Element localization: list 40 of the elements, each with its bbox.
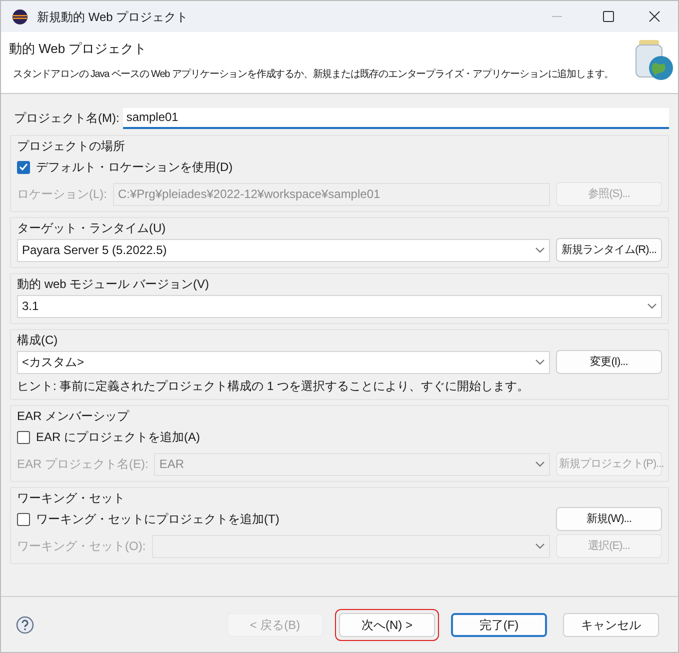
- field-label: プロジェクト名(M):: [14, 110, 120, 127]
- dialog-button[interactable]: 変更(I)...: [556, 350, 662, 374]
- group-title: ワーキング・セット: [17, 490, 126, 506]
- checkbox-label: ワーキング・セットにプロジェクトを追加(T): [36, 511, 280, 528]
- checkbox-label: デフォルト・ロケーションを使用(D): [36, 159, 233, 176]
- dropdown[interactable]: <カスタム>: [17, 350, 550, 374]
- window-title: 新規動的 Web プロジェクト: [37, 8, 188, 26]
- group-title: 構成(C): [17, 332, 59, 348]
- field-label: EAR プロジェクト名(E):: [17, 456, 148, 473]
- app-logo-icon: [12, 8, 28, 24]
- field-label: ワーキング・セット(O):: [17, 538, 146, 555]
- group-title: プロジェクトの場所: [17, 138, 126, 154]
- page-title: 動的 Web プロジェクト: [9, 40, 148, 58]
- dropdown[interactable]: Payara Server 5 (5.2022.5): [17, 238, 550, 262]
- group-title: ターゲット・ランタイム(U): [17, 220, 167, 236]
- help-icon[interactable]: [16, 616, 34, 634]
- maximize-icon[interactable]: [603, 11, 614, 22]
- dropdown[interactable]: 3.1: [17, 294, 662, 318]
- chevron-down-icon: [535, 359, 545, 365]
- field-label: ロケーション(L):: [17, 186, 107, 203]
- dialog-button[interactable]: 完了(F): [451, 612, 547, 636]
- dialog-button[interactable]: 新規(W)...: [556, 507, 662, 531]
- chevron-down-icon: [535, 543, 545, 549]
- check-icon: [19, 163, 28, 171]
- dialog-button[interactable]: 次へ(N) >: [339, 612, 435, 636]
- chevron-down-icon: [647, 303, 657, 309]
- input-field[interactable]: sample01: [123, 108, 669, 128]
- close-icon[interactable]: [649, 11, 660, 22]
- chevron-down-icon: [535, 247, 545, 253]
- checkbox[interactable]: [17, 160, 30, 174]
- dialog-button[interactable]: キャンセル: [563, 612, 659, 636]
- checkbox[interactable]: [17, 430, 30, 444]
- dialog-button[interactable]: 新規ランタイム(R)...: [556, 238, 662, 262]
- checkbox-label: EAR にプロジェクトを追加(A): [36, 429, 200, 446]
- group-title: EAR メンバーシップ: [17, 408, 130, 424]
- chevron-down-icon: [535, 461, 545, 467]
- group-title: 動的 web モジュール バージョン(V): [17, 276, 210, 292]
- checkbox[interactable]: [17, 512, 30, 526]
- page-description: スタンドアロンの Java ベースの Web アプリケーションを作成するか、新規または既存のエンタープライズ・アプリケーションに追加します。: [12, 68, 615, 82]
- hint-text: ヒント: 事前に定義されたプロジェクト構成の 1 つを選択することにより、すぐに開始します。: [17, 378, 530, 395]
